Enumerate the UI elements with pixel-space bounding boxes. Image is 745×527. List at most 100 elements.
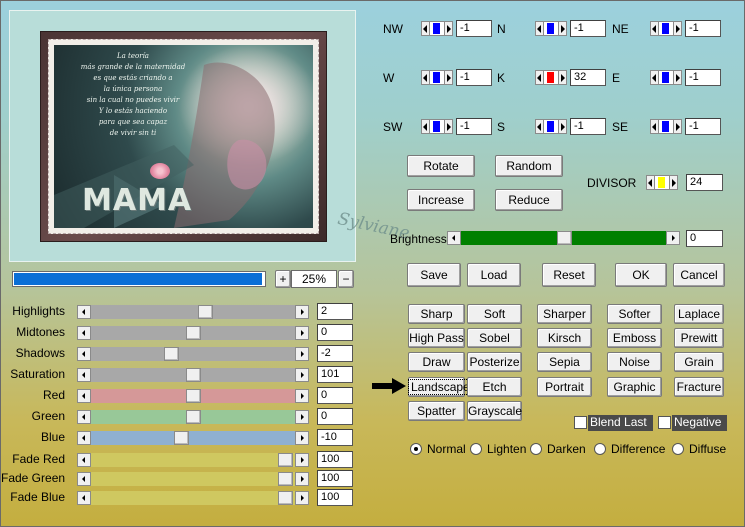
highlights-field[interactable]: 2 bbox=[317, 303, 353, 320]
arrow-left-icon[interactable] bbox=[77, 347, 91, 361]
arrow-right-icon[interactable] bbox=[558, 119, 567, 134]
arrow-right-icon[interactable] bbox=[669, 175, 678, 190]
arrow-left-icon[interactable] bbox=[77, 431, 91, 445]
blend-last-checkbox[interactable] bbox=[574, 416, 587, 429]
preset-soft-button[interactable]: Soft bbox=[467, 304, 522, 324]
grid-spinner-w[interactable] bbox=[421, 70, 453, 85]
preset-grayscale-button[interactable]: Grayscale bbox=[467, 401, 522, 421]
arrow-right-icon[interactable] bbox=[295, 368, 309, 382]
fade-green-field[interactable]: 100 bbox=[317, 470, 353, 487]
arrow-right-icon[interactable] bbox=[673, 119, 682, 134]
arrow-left-icon[interactable] bbox=[77, 368, 91, 382]
arrow-right-icon[interactable] bbox=[444, 70, 453, 85]
arrow-right-icon[interactable] bbox=[295, 491, 309, 505]
preset-sharp-button[interactable]: Sharp bbox=[408, 304, 465, 324]
grid-spinner-nw[interactable] bbox=[421, 21, 453, 36]
arrow-left-icon[interactable] bbox=[650, 119, 659, 134]
preset-landscape-button[interactable]: Landscape bbox=[408, 377, 473, 397]
preset-laplace-button[interactable]: Laplace bbox=[674, 304, 724, 324]
grid-spinner-ne[interactable] bbox=[650, 21, 682, 36]
grid-field-ne[interactable]: -1 bbox=[685, 20, 721, 37]
preset-posterize-button[interactable]: Posterize bbox=[467, 352, 522, 372]
fade-red-field[interactable]: 100 bbox=[317, 451, 353, 468]
highlights-thumb[interactable] bbox=[198, 305, 214, 319]
negative-checkbox[interactable] bbox=[658, 416, 671, 429]
arrow-left-icon[interactable] bbox=[646, 175, 655, 190]
arrow-right-icon[interactable] bbox=[444, 21, 453, 36]
preset-kirsch-button[interactable]: Kirsch bbox=[537, 328, 592, 348]
mode-normal-radio[interactable] bbox=[410, 443, 422, 455]
fade-green-thumb[interactable] bbox=[277, 472, 293, 486]
preset-draw-button[interactable]: Draw bbox=[408, 352, 465, 372]
arrow-right-icon[interactable] bbox=[444, 119, 453, 134]
fade-blue-field[interactable]: 100 bbox=[317, 489, 353, 506]
mode-lighten-radio[interactable] bbox=[470, 443, 482, 455]
arrow-left-icon[interactable] bbox=[421, 70, 430, 85]
preset-etch-button[interactable]: Etch bbox=[467, 377, 522, 397]
arrow-left-icon[interactable] bbox=[535, 119, 544, 134]
divisor-spinner[interactable] bbox=[646, 175, 678, 190]
arrow-right-icon[interactable] bbox=[295, 453, 309, 467]
arrow-left-icon[interactable] bbox=[535, 70, 544, 85]
grid-spinner-s[interactable] bbox=[535, 119, 567, 134]
grid-field-e[interactable]: -1 bbox=[685, 69, 721, 86]
preset-sharper-button[interactable]: Sharper bbox=[537, 304, 592, 324]
reset-button[interactable]: Reset bbox=[542, 263, 596, 287]
mode-diffuse-radio[interactable] bbox=[672, 443, 684, 455]
preset-grain-button[interactable]: Grain bbox=[674, 352, 724, 372]
arrow-right-icon[interactable] bbox=[558, 21, 567, 36]
red-field[interactable]: 0 bbox=[317, 387, 353, 404]
grid-spinner-sw[interactable] bbox=[421, 119, 453, 134]
arrow-left-icon[interactable] bbox=[421, 119, 430, 134]
arrow-right-icon[interactable] bbox=[558, 70, 567, 85]
preset-high-pass-button[interactable]: High Pass bbox=[408, 328, 465, 348]
arrow-left-icon[interactable] bbox=[77, 472, 91, 486]
highlights-slider[interactable] bbox=[77, 305, 309, 319]
preset-sobel-button[interactable]: Sobel bbox=[467, 328, 522, 348]
arrow-right-icon[interactable] bbox=[295, 389, 309, 403]
preset-portrait-button[interactable]: Portrait bbox=[537, 377, 592, 397]
load-button[interactable]: Load bbox=[467, 263, 521, 287]
arrow-left-icon[interactable] bbox=[535, 21, 544, 36]
brightness-slider[interactable] bbox=[447, 231, 680, 245]
arrow-right-icon[interactable] bbox=[673, 21, 682, 36]
arrow-left-icon[interactable] bbox=[421, 21, 430, 36]
arrow-left-icon[interactable] bbox=[77, 410, 91, 424]
preset-emboss-button[interactable]: Emboss bbox=[607, 328, 662, 348]
green-field[interactable]: 0 bbox=[317, 408, 353, 425]
grid-spinner-n[interactable] bbox=[535, 21, 567, 36]
arrow-left-icon[interactable] bbox=[650, 21, 659, 36]
save-button[interactable]: Save bbox=[407, 263, 461, 287]
arrow-right-icon[interactable] bbox=[295, 347, 309, 361]
arrow-right-icon[interactable] bbox=[673, 70, 682, 85]
preset-noise-button[interactable]: Noise bbox=[607, 352, 662, 372]
midtones-slider[interactable] bbox=[77, 326, 309, 340]
grid-spinner-e[interactable] bbox=[650, 70, 682, 85]
rotate-button[interactable]: Rotate bbox=[407, 155, 475, 177]
arrow-left-icon[interactable] bbox=[77, 326, 91, 340]
arrow-right-icon[interactable] bbox=[666, 231, 680, 245]
shadows-slider[interactable] bbox=[77, 347, 309, 361]
preset-graphic-button[interactable]: Graphic bbox=[607, 377, 662, 397]
arrow-right-icon[interactable] bbox=[295, 410, 309, 424]
arrow-left-icon[interactable] bbox=[77, 453, 91, 467]
fade-red-slider[interactable] bbox=[77, 453, 309, 467]
ok-button[interactable]: OK bbox=[615, 263, 667, 287]
preset-prewitt-button[interactable]: Prewitt bbox=[674, 328, 724, 348]
grid-field-k[interactable]: 32 bbox=[570, 69, 606, 86]
midtones-field[interactable]: 0 bbox=[317, 324, 353, 341]
grid-field-s[interactable]: -1 bbox=[570, 118, 606, 135]
mode-darken-radio[interactable] bbox=[530, 443, 542, 455]
arrow-left-icon[interactable] bbox=[650, 70, 659, 85]
fade-blue-thumb[interactable] bbox=[277, 491, 293, 505]
mode-difference-radio[interactable] bbox=[594, 443, 606, 455]
grid-field-nw[interactable]: -1 bbox=[456, 20, 492, 37]
fade-red-thumb[interactable] bbox=[277, 453, 293, 467]
zoom-in-button[interactable]: + bbox=[275, 270, 291, 288]
reduce-button[interactable]: Reduce bbox=[495, 189, 563, 211]
brightness-thumb[interactable] bbox=[556, 231, 572, 245]
arrow-left-icon[interactable] bbox=[77, 389, 91, 403]
grid-field-n[interactable]: -1 bbox=[570, 20, 606, 37]
arrow-right-icon[interactable] bbox=[295, 472, 309, 486]
arrow-left-icon[interactable] bbox=[447, 231, 461, 245]
